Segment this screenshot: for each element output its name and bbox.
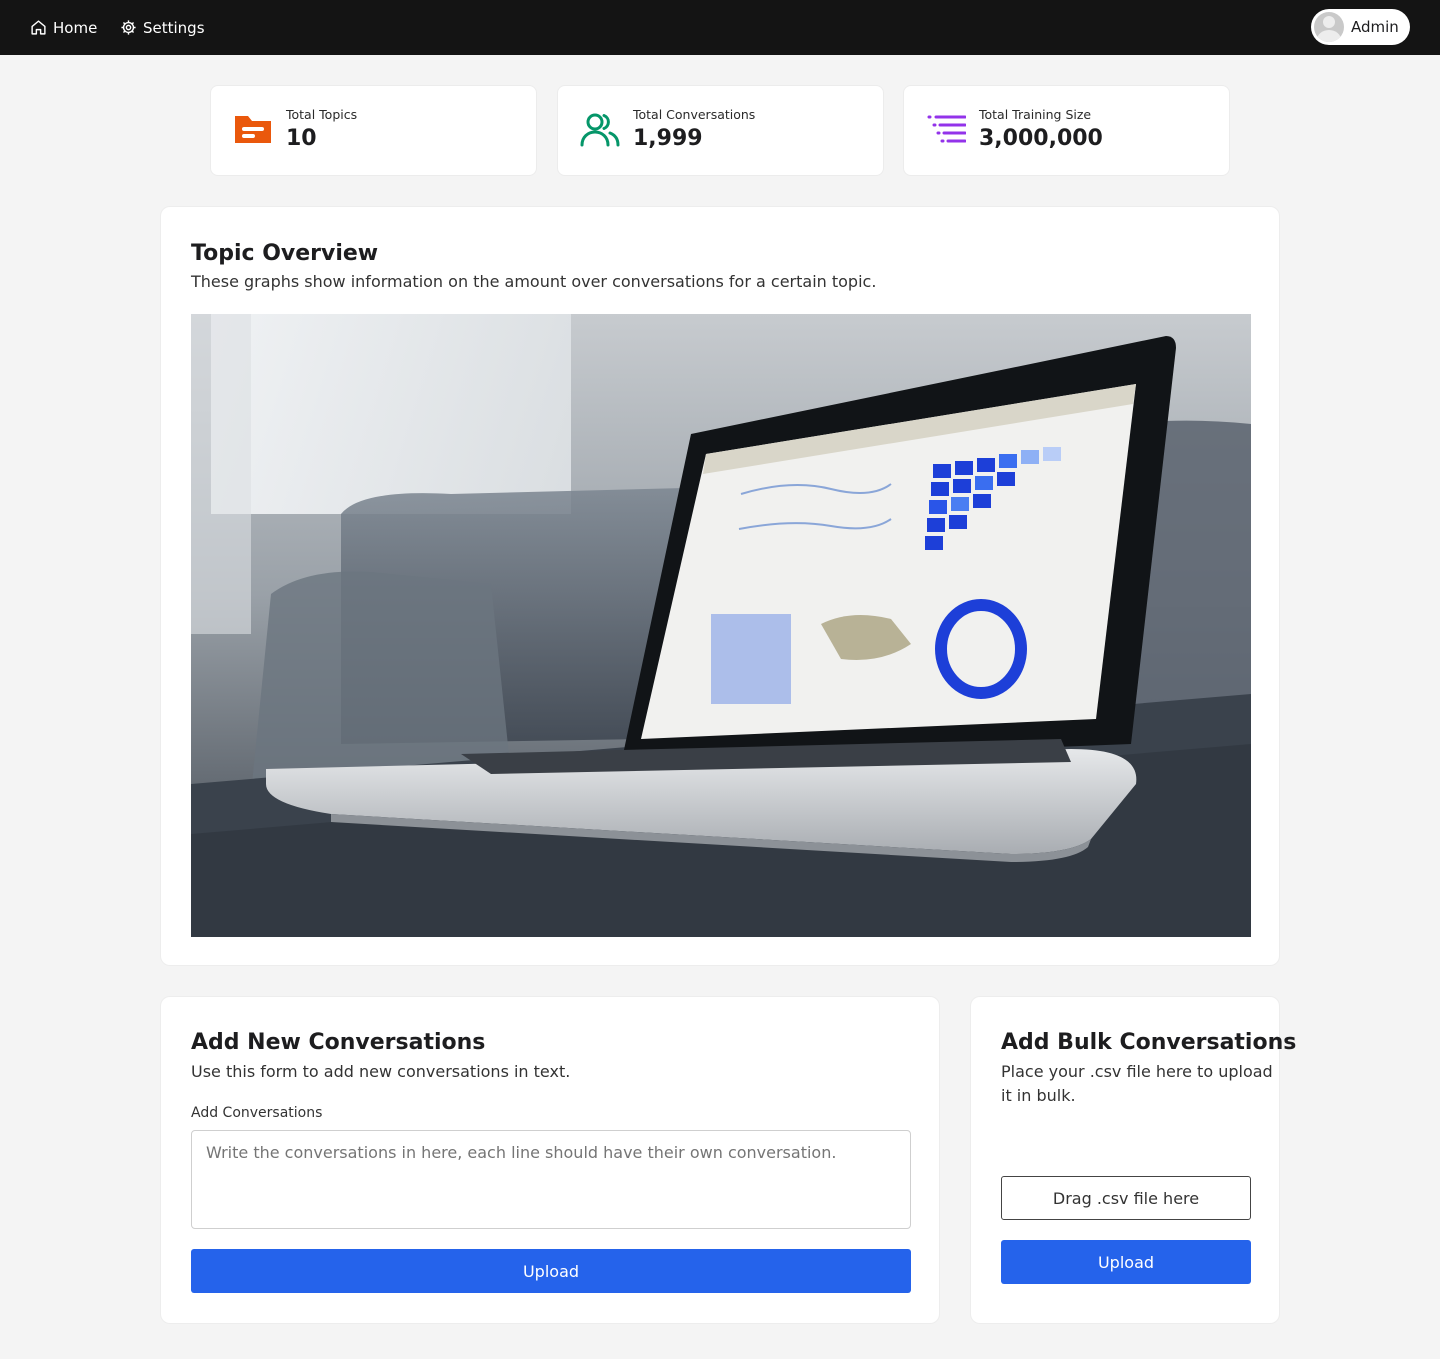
avatar [1314, 12, 1344, 42]
stat-card-training-size: Total Training Size 3,000,000 [903, 85, 1230, 176]
csv-dropzone[interactable]: Drag .csv file here [1001, 1176, 1251, 1220]
upload-bulk-button[interactable]: Upload [1001, 1240, 1251, 1284]
panel-description: These graphs show information on the amo… [191, 272, 877, 291]
stat-value: 10 [286, 126, 317, 151]
stat-label: Total Conversations [633, 107, 756, 122]
conversations-field-label: Add Conversations [191, 1105, 323, 1121]
folder-icon [235, 116, 271, 143]
laptop-analytics-photo [191, 314, 1251, 937]
upload-conversations-button[interactable]: Upload [191, 1249, 911, 1293]
add-conversations-panel: Add New Conversations Use this form to a… [160, 996, 940, 1324]
nav-settings-label: Settings [143, 18, 205, 37]
topic-overview-panel: Topic Overview These graphs show informa… [160, 206, 1280, 966]
panel-title: Add Bulk Conversations [1001, 1030, 1297, 1055]
stat-card-topics: Total Topics 10 [210, 85, 537, 176]
nav-home-label: Home [53, 18, 98, 37]
users-icon [580, 113, 620, 147]
laptop-photo-illustration [191, 314, 1251, 937]
stat-value: 1,999 [633, 126, 703, 151]
bulk-conversations-panel: Add Bulk Conversations Place your .csv f… [970, 996, 1296, 1324]
home-icon [31, 20, 46, 35]
user-name: Admin [1351, 18, 1399, 36]
list-icon [927, 115, 966, 143]
stat-value: 3,000,000 [979, 126, 1103, 151]
stat-label: Total Topics [286, 107, 358, 122]
gear-icon [121, 20, 136, 35]
panel-title: Topic Overview [191, 241, 379, 266]
top-nav: Home Settings Admin [0, 0, 1440, 55]
nav-home-link[interactable]: Home [30, 0, 97, 55]
conversations-textarea[interactable] [191, 1130, 911, 1229]
panel-description: Use this form to add new conversations i… [191, 1062, 571, 1081]
nav-settings-link[interactable]: Settings [120, 0, 205, 55]
panel-description: Place your .csv file here to upload it i… [1001, 1062, 1273, 1105]
panel-title: Add New Conversations [191, 1030, 486, 1055]
stat-card-conversations: Total Conversations 1,999 [557, 85, 884, 176]
user-menu-button[interactable]: Admin [1311, 9, 1410, 45]
stat-label: Total Training Size [979, 107, 1092, 122]
